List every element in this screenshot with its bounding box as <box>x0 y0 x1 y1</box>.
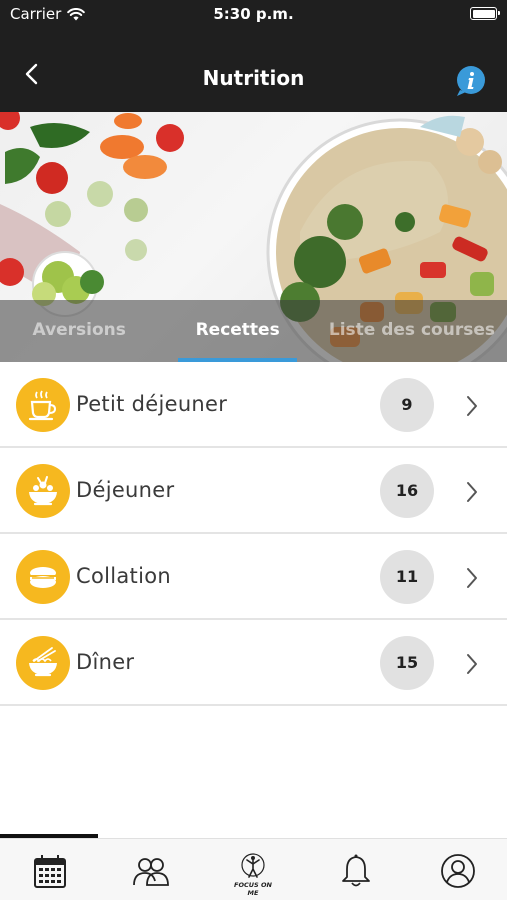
list-item-label: Dîner <box>76 650 135 674</box>
tab-liste-des-courses[interactable]: Liste des courses <box>317 300 507 362</box>
coffee-cup-icon <box>16 378 70 432</box>
calendar-icon[interactable] <box>30 851 70 891</box>
status-time: 5:30 p.m. <box>213 5 294 23</box>
bell-icon[interactable] <box>336 851 376 891</box>
chevron-right-icon <box>467 654 477 674</box>
segment-tabs: Aversions Recettes Liste des courses <box>0 300 507 362</box>
focus-figure-icon <box>241 853 265 878</box>
profile-icon[interactable] <box>438 851 478 891</box>
salad-bowl-icon <box>16 464 70 518</box>
list-item-label: Déjeuner <box>76 478 175 502</box>
focus-on-me-logo[interactable]: FOCUS ON ME <box>233 851 273 897</box>
count-badge: 16 <box>380 464 434 518</box>
bottom-tab-bar: FOCUS ON ME <box>0 838 507 900</box>
recipe-category-list: Petit déjeuner 9 Déjeuner 16 Collation 1… <box>0 362 507 706</box>
tab-recettes[interactable]: Recettes <box>158 300 316 362</box>
count-badge: 15 <box>380 636 434 690</box>
count-badge: 11 <box>380 550 434 604</box>
tab-aversions[interactable]: Aversions <box>0 300 158 362</box>
list-item-dejeuner[interactable]: Déjeuner 16 <box>0 448 507 534</box>
list-item-collation[interactable]: Collation 11 <box>0 534 507 620</box>
snack-icon <box>16 550 70 604</box>
status-bar: Carrier 5:30 p.m. <box>0 0 507 28</box>
list-item-label: Petit déjeuner <box>76 392 228 416</box>
group-icon[interactable] <box>131 851 171 891</box>
battery-icon <box>470 7 500 20</box>
chevron-right-icon <box>467 482 477 502</box>
list-item-petit-dejeuner[interactable]: Petit déjeuner 9 <box>0 362 507 448</box>
count-badge: 9 <box>380 378 434 432</box>
noodle-bowl-icon <box>16 636 70 690</box>
page-title: Nutrition <box>202 66 305 90</box>
chevron-right-icon <box>467 568 477 588</box>
logo-text: FOCUS ON ME <box>234 881 272 897</box>
info-icon[interactable] <box>455 65 487 97</box>
nav-bar: Nutrition <box>0 28 507 112</box>
chevron-right-icon <box>467 396 477 416</box>
list-item-diner[interactable]: Dîner 15 <box>0 620 507 706</box>
list-item-label: Collation <box>76 564 171 588</box>
